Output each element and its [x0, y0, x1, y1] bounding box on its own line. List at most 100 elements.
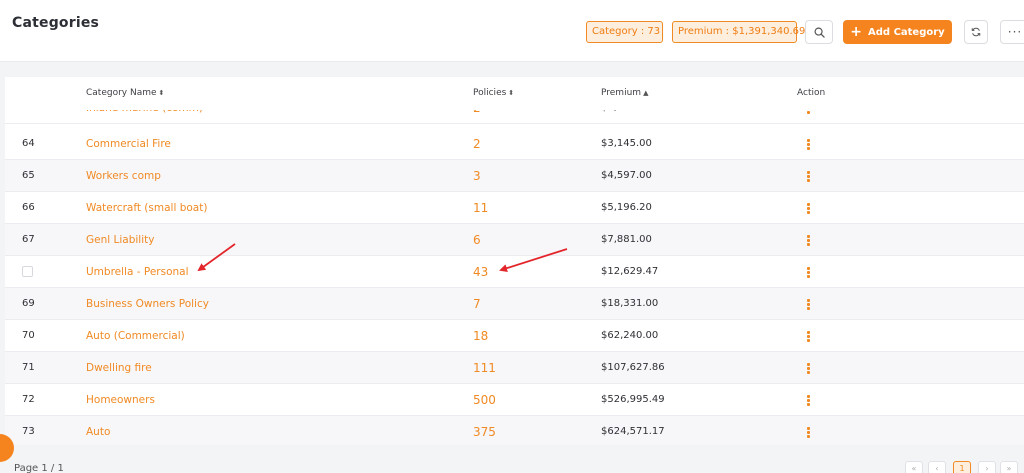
- policies-count-link[interactable]: 11: [473, 192, 488, 224]
- policies-count-link[interactable]: 43: [473, 256, 488, 288]
- row-id: 67: [22, 234, 35, 245]
- row-actions-button[interactable]: [807, 160, 810, 192]
- refresh-button[interactable]: [964, 20, 988, 44]
- category-name-link[interactable]: Watercraft (small boat): [86, 192, 207, 224]
- policies-count-link[interactable]: 18: [473, 320, 488, 352]
- category-name-link[interactable]: Auto: [86, 416, 110, 445]
- add-category-label: Add Category: [868, 26, 945, 38]
- table-row[interactable]: 70 Auto (Commercial) 18 $62,240.00: [5, 320, 1024, 352]
- row-actions-button[interactable]: [807, 256, 810, 288]
- table-row[interactable]: 64 Commercial Fire 2 $3,145.00: [5, 128, 1024, 160]
- row-id: 66: [22, 202, 35, 213]
- sort-both-icon: ⬍: [508, 89, 515, 97]
- column-header-premium[interactable]: Premium ▲: [601, 88, 648, 98]
- policies-count-link[interactable]: 111: [473, 352, 496, 384]
- kebab-menu-icon: [807, 171, 810, 182]
- premium-value: $5,196.20: [601, 202, 652, 213]
- column-label: Premium: [601, 88, 642, 98]
- last-page-button[interactable]: »: [1000, 461, 1018, 473]
- table-row[interactable]: 66 Watercraft (small boat) 11 $5,196.20: [5, 192, 1024, 224]
- kebab-menu-icon: [807, 203, 810, 214]
- row-id: 64: [22, 138, 35, 149]
- row-actions-button[interactable]: [807, 128, 810, 160]
- categories-table: Category Name ⬍ Policies ⬍ Premium ▲ Action…: [5, 77, 1024, 445]
- row-actions-button[interactable]: [807, 384, 810, 416]
- column-label: Category Name: [86, 88, 157, 98]
- double-chevron-left-icon: «: [911, 464, 917, 473]
- table-row[interactable]: Umbrella - Personal 43 $12,629.47: [5, 256, 1024, 288]
- kebab-menu-icon: [807, 267, 810, 278]
- category-name-link[interactable]: Homeowners: [86, 384, 155, 416]
- kebab-menu-icon: [807, 363, 810, 374]
- table-row[interactable]: 67 Genl Liability 6 $7,881.00: [5, 224, 1024, 256]
- plus-icon: +: [850, 24, 863, 40]
- column-label: Policies: [473, 88, 507, 98]
- row-actions-button[interactable]: [807, 320, 810, 352]
- row-select-checkbox[interactable]: [22, 266, 33, 277]
- premium-value: $12,629.47: [601, 266, 659, 277]
- category-name-link[interactable]: Umbrella - Personal: [86, 256, 189, 288]
- chevron-right-icon: ›: [985, 464, 989, 473]
- premium-value: $526,995.49: [601, 394, 665, 405]
- premium-total-badge: Premium : $1,391,340.69: [672, 21, 805, 43]
- prev-page-button[interactable]: ‹: [928, 461, 946, 473]
- chevron-left-icon: ‹: [935, 464, 939, 473]
- policies-count-link[interactable]: 500: [473, 384, 496, 416]
- table-row[interactable]: 69 Business Owners Policy 7 $18,331.00: [5, 288, 1024, 320]
- category-count-badge: Category : 73: [586, 21, 663, 43]
- premium-value: $3,145.00: [601, 138, 652, 149]
- search-icon: [814, 27, 825, 38]
- premium-value: $624,571.17: [601, 426, 665, 437]
- row-id: 71: [22, 362, 35, 373]
- row-id: 72: [22, 394, 35, 405]
- kebab-menu-icon: [807, 299, 810, 310]
- category-name-link[interactable]: Auto (Commercial): [86, 320, 185, 352]
- page-title: Categories: [12, 15, 100, 31]
- column-header-policies[interactable]: Policies ⬍: [473, 88, 514, 98]
- kebab-menu-icon: [807, 235, 810, 246]
- category-name-link[interactable]: Business Owners Policy: [86, 288, 209, 320]
- premium-value: $18,331.00: [601, 298, 659, 309]
- page-button-current[interactable]: 1: [953, 461, 971, 473]
- category-name-link[interactable]: Dwelling fire: [86, 352, 152, 384]
- table-header: Category Name ⬍ Policies ⬍ Premium ▲ Action: [5, 77, 1024, 110]
- row-actions-button[interactable]: [807, 288, 810, 320]
- sort-ascending-icon: ▲: [643, 89, 649, 97]
- page-indicator: Page 1 / 1: [14, 463, 64, 473]
- category-name-link[interactable]: Genl Liability: [86, 224, 154, 256]
- premium-value: $62,240.00: [601, 330, 659, 341]
- row-actions-button[interactable]: [807, 224, 810, 256]
- category-name-link[interactable]: Workers comp: [86, 160, 161, 192]
- more-options-button[interactable]: ···: [1000, 20, 1024, 44]
- row-actions-button[interactable]: [807, 192, 810, 224]
- search-button[interactable]: [805, 20, 833, 44]
- double-chevron-right-icon: »: [1006, 464, 1012, 473]
- premium-value: $4,597.00: [601, 170, 652, 181]
- row-actions-button[interactable]: [807, 416, 810, 445]
- page-header: Categories Category : 73 Premium : $1,39…: [0, 0, 1024, 62]
- table-row[interactable]: 65 Workers comp 3 $4,597.00: [5, 160, 1024, 192]
- sort-both-icon: ⬍: [158, 89, 165, 97]
- policies-count-link[interactable]: 2: [473, 128, 481, 160]
- kebab-menu-icon: [807, 395, 810, 406]
- row-id: 69: [22, 298, 35, 309]
- table-row[interactable]: 72 Homeowners 500 $526,995.49: [5, 384, 1024, 416]
- policies-count-link[interactable]: 3: [473, 160, 481, 192]
- category-name-link[interactable]: Commercial Fire: [86, 128, 171, 160]
- row-id: 65: [22, 170, 35, 181]
- first-page-button[interactable]: «: [905, 461, 923, 473]
- policies-count-link[interactable]: 6: [473, 224, 481, 256]
- policies-count-link[interactable]: 7: [473, 288, 481, 320]
- row-actions-button[interactable]: [807, 352, 810, 384]
- kebab-menu-icon: [807, 427, 810, 438]
- policies-count-link[interactable]: 375: [473, 416, 496, 445]
- add-category-button[interactable]: + Add Category: [843, 20, 952, 44]
- next-page-button[interactable]: ›: [978, 461, 996, 473]
- column-header-action: Action: [797, 88, 826, 98]
- premium-value: $7,881.00: [601, 234, 652, 245]
- column-header-category-name[interactable]: Category Name ⬍: [86, 88, 164, 98]
- row-id: 70: [22, 330, 35, 341]
- table-row[interactable]: 73 Auto 375 $624,571.17: [5, 416, 1024, 445]
- premium-value: $107,627.86: [601, 362, 665, 373]
- table-row[interactable]: 71 Dwelling fire 111 $107,627.86: [5, 352, 1024, 384]
